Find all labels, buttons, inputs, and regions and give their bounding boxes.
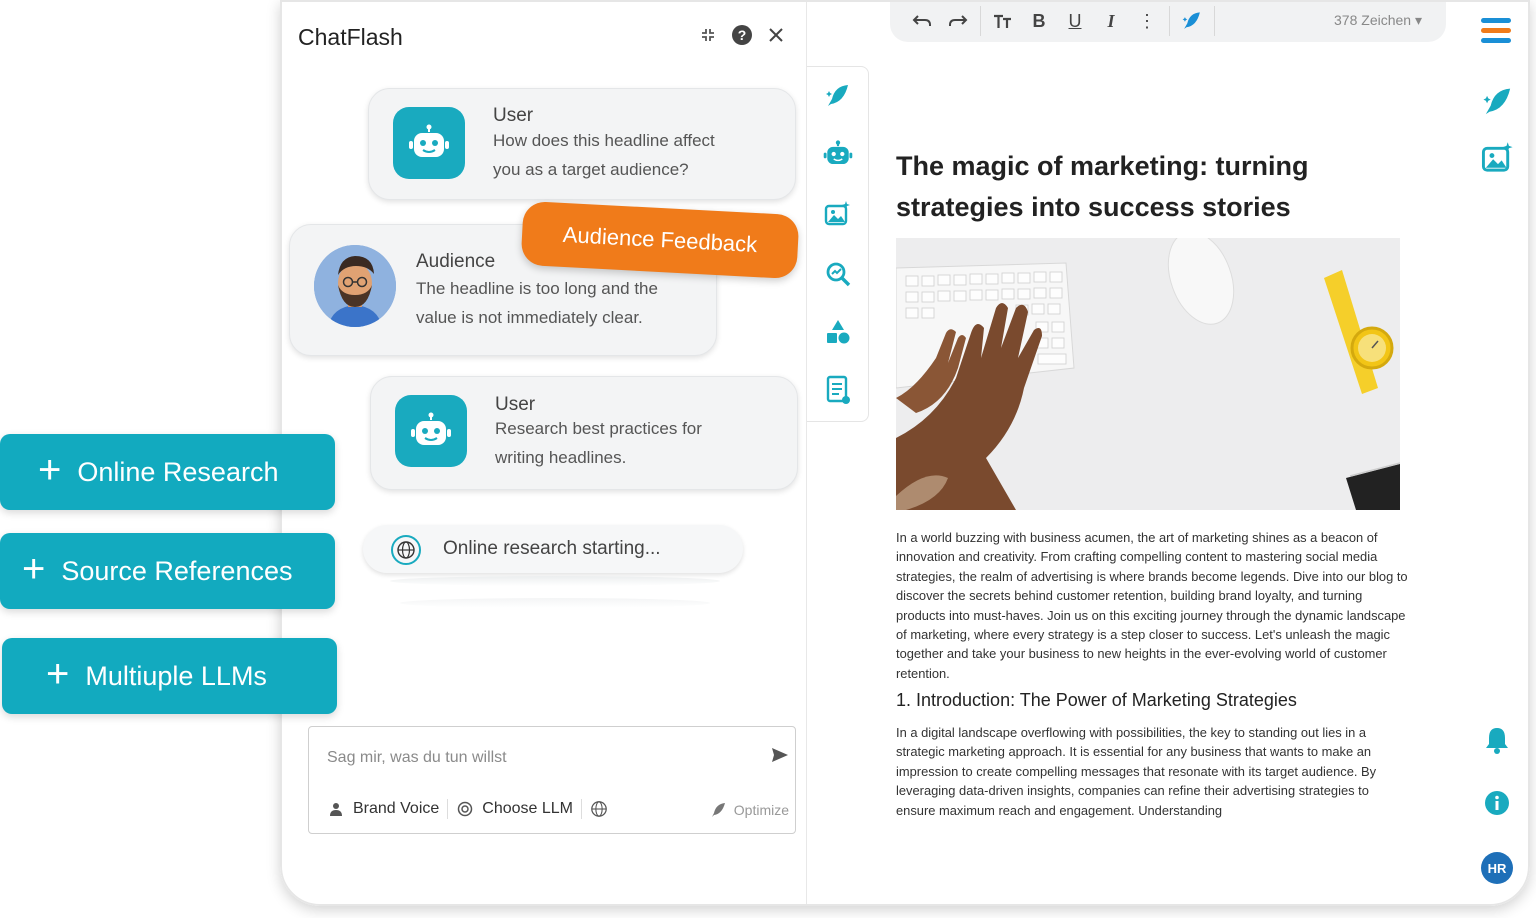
message-text: The headline is too long and the value i…	[416, 274, 658, 332]
online-research-button[interactable]: + Online Research	[0, 434, 335, 510]
document-icon[interactable]	[823, 375, 853, 405]
bot-icon[interactable]	[823, 139, 853, 169]
text-size-icon[interactable]	[985, 6, 1021, 36]
article-title[interactable]: The magic of marketing: turning strategi…	[896, 146, 1366, 228]
message-author: User	[493, 105, 534, 126]
plus-icon: +	[46, 651, 70, 696]
collapse-icon[interactable]	[698, 24, 718, 46]
hero-image	[896, 238, 1400, 510]
info-icon[interactable]	[1484, 790, 1510, 816]
undo-icon[interactable]	[904, 6, 940, 36]
help-icon[interactable]: ?	[732, 25, 752, 45]
feather-icon	[711, 803, 725, 817]
multiple-llms-button[interactable]: + Multiuple LLMs	[2, 638, 337, 714]
divider	[980, 6, 981, 36]
brand-voice-button[interactable]: Brand Voice	[353, 800, 439, 818]
feature-label: Source References	[61, 555, 293, 586]
chat-message-user: User How does this headline affect you a…	[368, 88, 796, 200]
plus-icon: +	[38, 447, 62, 492]
character-count-value: 378 Zeichen	[1334, 12, 1412, 28]
ai-feather-icon[interactable]	[1174, 6, 1210, 36]
section-heading[interactable]: 1. Introduction: The Power of Marketing …	[896, 690, 1297, 711]
close-icon[interactable]	[766, 24, 786, 46]
divider	[1214, 6, 1215, 36]
underline-icon[interactable]: U	[1057, 6, 1093, 36]
loading-placeholder	[390, 576, 720, 586]
message-line: Research best practices for	[495, 419, 702, 438]
message-line: you as a target audience?	[493, 160, 689, 179]
article-paragraph[interactable]: In a digital landscape overflowing with …	[896, 723, 1410, 823]
source-references-button[interactable]: + Source References	[0, 533, 335, 609]
message-line: How does this headline affect	[493, 131, 715, 150]
message-author: Audience	[416, 251, 496, 272]
message-text: Research best practices for writing head…	[495, 414, 702, 472]
search-analyze-icon[interactable]	[823, 259, 853, 289]
message-line: The headline is too long and the	[416, 279, 658, 298]
message-line: value is not immediately clear.	[416, 308, 643, 327]
article-paragraph[interactable]: In a world buzzing with business acumen,…	[896, 528, 1410, 683]
choose-llm-button[interactable]: Choose LLM	[482, 800, 573, 818]
chat-message-user: User Research best practices for writing…	[370, 376, 798, 490]
editor-toolbar: B U I ⋮ 378 Zeichen ▾	[890, 0, 1446, 42]
divider	[581, 799, 582, 819]
feather-sparkle-icon[interactable]	[823, 81, 853, 111]
send-icon[interactable]	[771, 747, 789, 768]
audience-avatar	[314, 245, 396, 327]
person-icon	[327, 800, 345, 818]
llm-icon	[456, 800, 474, 818]
research-status-text: Online research starting...	[443, 538, 661, 559]
bot-avatar-icon	[395, 395, 467, 467]
chat-panel: ChatFlash ? User How does this headline …	[280, 0, 807, 906]
chat-title: ChatFlash	[298, 24, 403, 50]
redo-icon[interactable]	[940, 6, 976, 36]
chat-window-controls: ?	[698, 24, 786, 46]
research-status-bubble: Online research starting...	[363, 525, 743, 573]
image-sparkle-icon[interactable]	[1480, 140, 1516, 176]
plus-icon: +	[22, 546, 46, 591]
tool-strip	[807, 66, 869, 422]
message-line: writing headlines.	[495, 448, 627, 467]
image-sparkle-icon[interactable]	[823, 199, 853, 229]
user-avatar[interactable]: HR	[1481, 852, 1513, 884]
bold-icon[interactable]: B	[1021, 6, 1057, 36]
loading-placeholder	[400, 598, 710, 608]
bot-avatar-icon	[393, 107, 465, 179]
optimize-button[interactable]: Optimize	[710, 801, 789, 819]
feather-sparkle-icon[interactable]	[1480, 84, 1516, 120]
divider	[1169, 6, 1170, 36]
menu-icon[interactable]	[1480, 16, 1512, 46]
input-toolbar: Brand Voice Choose LLM	[327, 799, 616, 819]
message-author: User	[495, 394, 536, 415]
shapes-icon[interactable]	[823, 317, 853, 347]
character-count[interactable]: 378 Zeichen ▾	[1334, 12, 1422, 29]
message-text: How does this headline affect you as a t…	[493, 126, 715, 184]
feature-label: Online Research	[77, 456, 279, 487]
feature-label: Multiuple LLMs	[85, 660, 267, 691]
chat-input-box[interactable]: Sag mir, was du tun willst Brand Voice C…	[308, 726, 796, 834]
more-options-icon[interactable]: ⋮	[1129, 6, 1165, 36]
app-window: ChatFlash ? User How does this headline …	[280, 0, 1530, 906]
italic-icon[interactable]: I	[1093, 6, 1129, 36]
globe-icon	[391, 535, 421, 565]
globe-icon[interactable]	[590, 800, 608, 818]
chat-input-placeholder[interactable]: Sag mir, was du tun willst	[327, 749, 507, 767]
optimize-label: Optimize	[733, 802, 789, 818]
divider	[447, 799, 449, 819]
bell-icon[interactable]	[1484, 726, 1510, 754]
